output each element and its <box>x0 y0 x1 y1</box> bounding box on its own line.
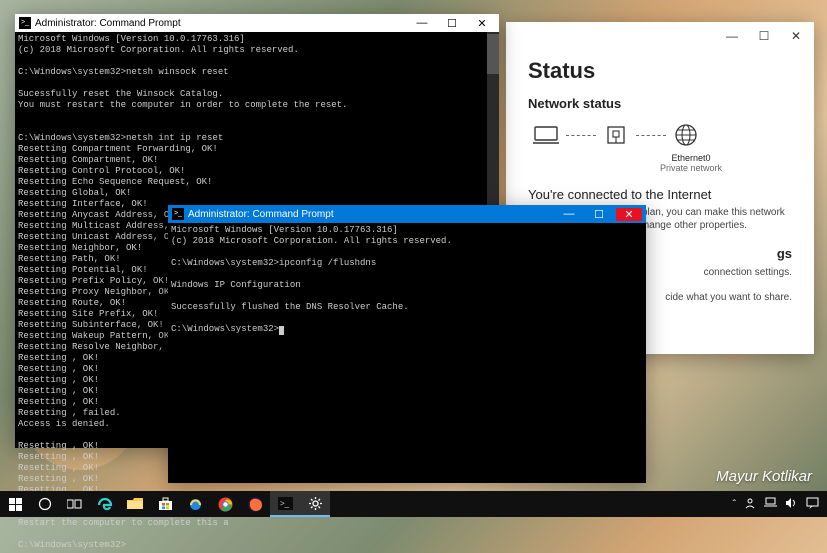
ethernet-icon <box>602 123 630 147</box>
system-tray[interactable]: ˆ <box>733 497 827 512</box>
minimize-button[interactable]: — <box>409 17 435 29</box>
settings-titlebar[interactable]: — ☐ ✕ <box>506 22 814 50</box>
computer-icon <box>532 123 560 147</box>
scrollbar-thumb[interactable] <box>487 34 499 74</box>
close-button[interactable]: ✕ <box>782 29 810 43</box>
task-view-button[interactable] <box>60 491 90 517</box>
settings-taskbar-icon[interactable] <box>300 491 330 517</box>
firefox-icon[interactable] <box>240 491 270 517</box>
cortana-button[interactable] <box>30 491 60 517</box>
cmd2-output[interactable]: Microsoft Windows [Version 10.0.17763.31… <box>168 223 646 337</box>
file-explorer-icon[interactable] <box>120 491 150 517</box>
maximize-button[interactable]: ☐ <box>586 208 612 221</box>
connected-status: You're connected to the Internet <box>528 187 792 202</box>
ie-icon[interactable] <box>180 491 210 517</box>
start-button[interactable] <box>0 491 30 517</box>
cmd2-titlebar[interactable]: >_ Administrator: Command Prompt — ☐ ✕ <box>168 205 646 223</box>
cmd-window-2[interactable]: >_ Administrator: Command Prompt — ☐ ✕ M… <box>168 205 646 483</box>
page-subheading: Network status <box>528 96 792 111</box>
volume-tray-icon[interactable] <box>785 497 798 512</box>
minimize-button[interactable]: — <box>556 208 582 220</box>
minimize-button[interactable]: — <box>718 29 746 43</box>
maximize-button[interactable]: ☐ <box>439 17 465 30</box>
chrome-icon[interactable] <box>210 491 240 517</box>
svg-text:>_: >_ <box>280 499 290 508</box>
edge-icon[interactable] <box>90 491 120 517</box>
globe-icon <box>672 123 700 147</box>
action-center-icon[interactable] <box>806 497 819 512</box>
people-icon[interactable] <box>744 497 756 512</box>
close-button[interactable]: ✕ <box>469 17 495 30</box>
network-adapter-label: Ethernet0 Private network <box>590 153 792 173</box>
page-heading: Status <box>528 58 792 84</box>
taskbar[interactable]: >_ ˆ <box>0 491 827 517</box>
network-tray-icon[interactable] <box>764 497 777 511</box>
maximize-button[interactable]: ☐ <box>750 29 778 43</box>
cmd2-title: Administrator: Command Prompt <box>188 209 552 220</box>
close-button[interactable]: ✕ <box>616 208 642 221</box>
store-icon[interactable] <box>150 491 180 517</box>
cmd-icon: >_ <box>19 17 31 29</box>
cmd-icon: >_ <box>172 208 184 220</box>
cmd1-titlebar[interactable]: >_ Administrator: Command Prompt — ☐ ✕ <box>15 14 499 32</box>
wallpaper-watermark: Mayur Kotlikar <box>716 468 812 485</box>
cmd1-title: Administrator: Command Prompt <box>35 18 405 29</box>
tray-chevron-icon[interactable]: ˆ <box>733 499 736 510</box>
cmd-taskbar-icon[interactable]: >_ <box>270 491 300 517</box>
network-diagram <box>532 123 792 147</box>
